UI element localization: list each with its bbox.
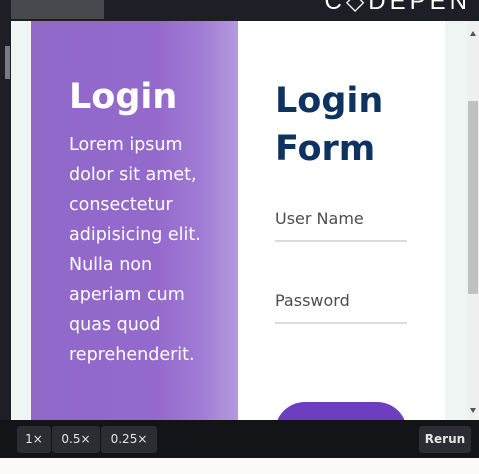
form-title: Login Form	[275, 81, 384, 169]
username-field[interactable]: User Name	[275, 209, 407, 242]
codepen-preview-window: C◇DEPEN Login Lorem ipsum dolor sit amet…	[0, 0, 479, 474]
bottom-toolbar: 1× 0.5× 0.25× Rerun	[0, 420, 479, 458]
rerun-button[interactable]: Rerun	[419, 426, 471, 453]
scroll-down-icon[interactable]	[470, 408, 476, 413]
username-placeholder: User Name	[275, 209, 364, 228]
zoom-05x-button[interactable]: 0.5×	[52, 426, 100, 453]
zoom-1x-button[interactable]: 1×	[17, 426, 51, 453]
top-header: C◇DEPEN	[0, 0, 479, 21]
scroll-up-icon[interactable]	[470, 31, 476, 36]
zoom-025x-button[interactable]: 0.25×	[101, 426, 157, 453]
vertical-scrollbar[interactable]	[467, 21, 479, 420]
codepen-logo[interactable]: C◇DEPEN	[325, 0, 471, 16]
resize-handle[interactable]	[5, 46, 10, 79]
page-background-strip	[0, 458, 479, 474]
login-submit-button[interactable]	[275, 402, 407, 420]
scrollbar-thumb[interactable]	[468, 101, 478, 294]
password-field[interactable]: Password	[275, 291, 407, 324]
login-form-panel: Login Form User Name Password	[238, 21, 445, 420]
left-gutter	[0, 21, 11, 420]
preview-frame: Login Lorem ipsum dolor sit amet, consec…	[11, 21, 467, 420]
login-card: Login Lorem ipsum dolor sit amet, consec…	[31, 21, 445, 420]
panel-title: Login	[69, 77, 178, 117]
password-placeholder: Password	[275, 291, 350, 310]
editor-tab[interactable]	[11, 0, 104, 19]
login-info-panel: Login Lorem ipsum dolor sit amet, consec…	[31, 21, 238, 420]
panel-description: Lorem ipsum dolor sit amet, consectetur …	[69, 135, 201, 365]
